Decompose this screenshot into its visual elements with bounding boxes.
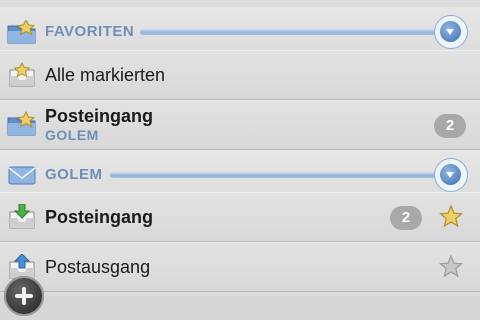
section-divider-line: [110, 172, 450, 178]
row-title: Postausgang: [45, 257, 151, 277]
row-title: Posteingang: [45, 106, 154, 126]
folder-star-icon: [7, 111, 36, 136]
star-empty-icon[interactable]: [439, 255, 463, 279]
row-title: Posteingang: [45, 207, 154, 227]
inbox-star-icon: [9, 62, 35, 87]
section-divider-line: [140, 29, 450, 35]
folder-star-icon: [7, 20, 36, 44]
next-list-item-peek: [0, 296, 480, 320]
unread-count-badge: 2: [434, 114, 466, 138]
list-item-posteingang[interactable]: Posteingang 2: [0, 192, 480, 242]
inbox-download-icon: [9, 204, 35, 229]
star-filled-icon[interactable]: [439, 205, 463, 229]
unread-count-badge: 2: [390, 206, 422, 230]
row-title: Alle markierten: [45, 65, 166, 85]
list-item-alle-markierten[interactable]: Alle markierten: [0, 50, 480, 100]
chevron-down-icon: [440, 21, 461, 42]
row-account-label: GOLEM: [45, 127, 99, 143]
list-item-posteingang-favorite[interactable]: Posteingang GOLEM 2: [0, 100, 480, 150]
collapse-favorites-button[interactable]: [434, 15, 468, 49]
list-item-postausgang[interactable]: Postausgang: [0, 242, 480, 292]
collapse-golem-button[interactable]: [434, 158, 468, 192]
envelope-icon: [8, 166, 36, 185]
chevron-down-icon: [440, 164, 461, 185]
add-button[interactable]: [4, 276, 44, 316]
